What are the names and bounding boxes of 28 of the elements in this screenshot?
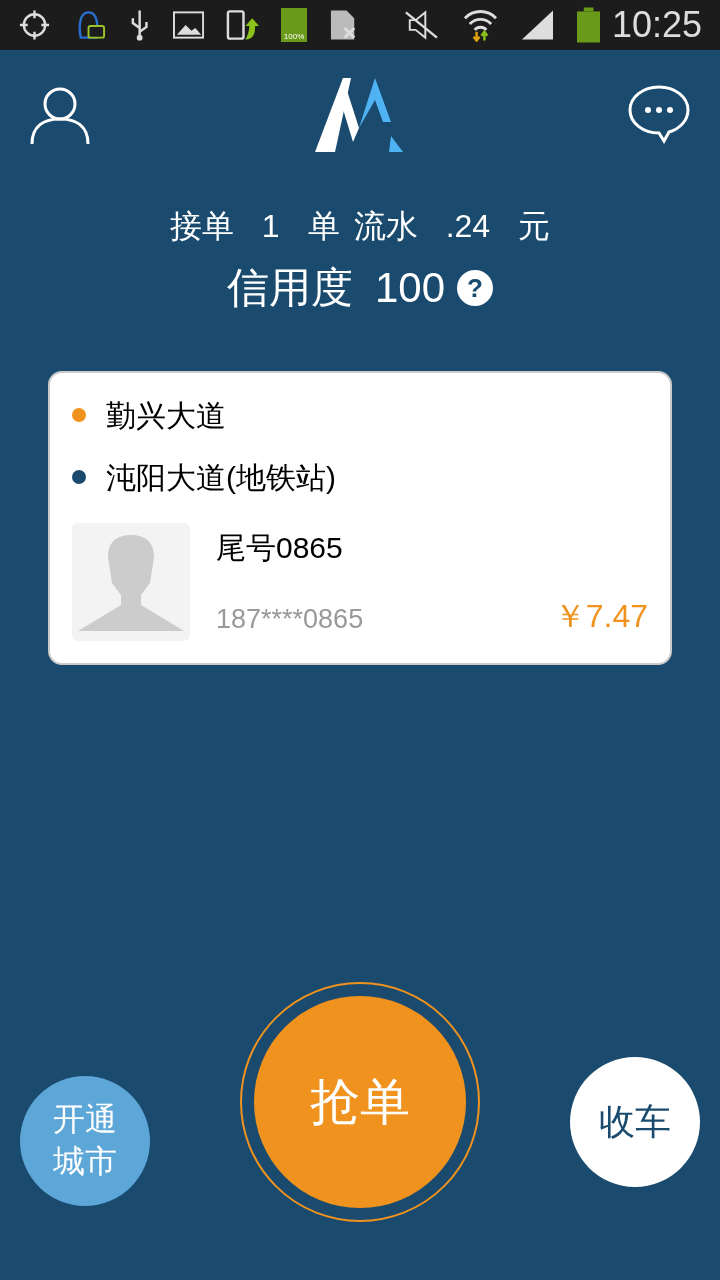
passenger-name: 尾号0865 [216,529,344,566]
image-icon [173,11,205,39]
signal-icon [519,8,555,42]
price: ￥7.47 [553,596,648,636]
battery-percent: 100% [283,33,305,41]
upload-icon [226,8,260,42]
clock: 10:25 [611,3,702,47]
help-button[interactable]: ? [457,269,494,306]
stop-work-button[interactable]: 收车 [570,1057,700,1187]
credit-label: 信用度 [226,263,353,313]
logo-icon [315,78,403,152]
stats-text: .24 [444,207,492,246]
stats-text: 流水 [353,207,418,246]
stats-text: 单 [307,207,340,246]
location-icon [18,8,51,42]
stats-text: 元 [518,207,551,246]
no-sim-icon [328,8,358,42]
stats-text: 接单 [169,207,234,246]
wifi-icon [462,8,498,42]
stats-text: 1 [260,207,281,246]
messages-button[interactable] [628,85,690,145]
route-stop: 勤兴大道 [106,397,226,434]
chat-bubble-icon [628,85,690,145]
battery-icon [576,7,600,43]
credit-value: 100 [374,263,446,313]
phone-number: 187****0865 [216,603,364,636]
order-card[interactable]: 勤兴大道 沌阳大道(地铁站) 尾号0865 187****0865 ￥7.47 [48,371,672,665]
route-stop: 沌阳大道(地铁站) [106,459,336,496]
